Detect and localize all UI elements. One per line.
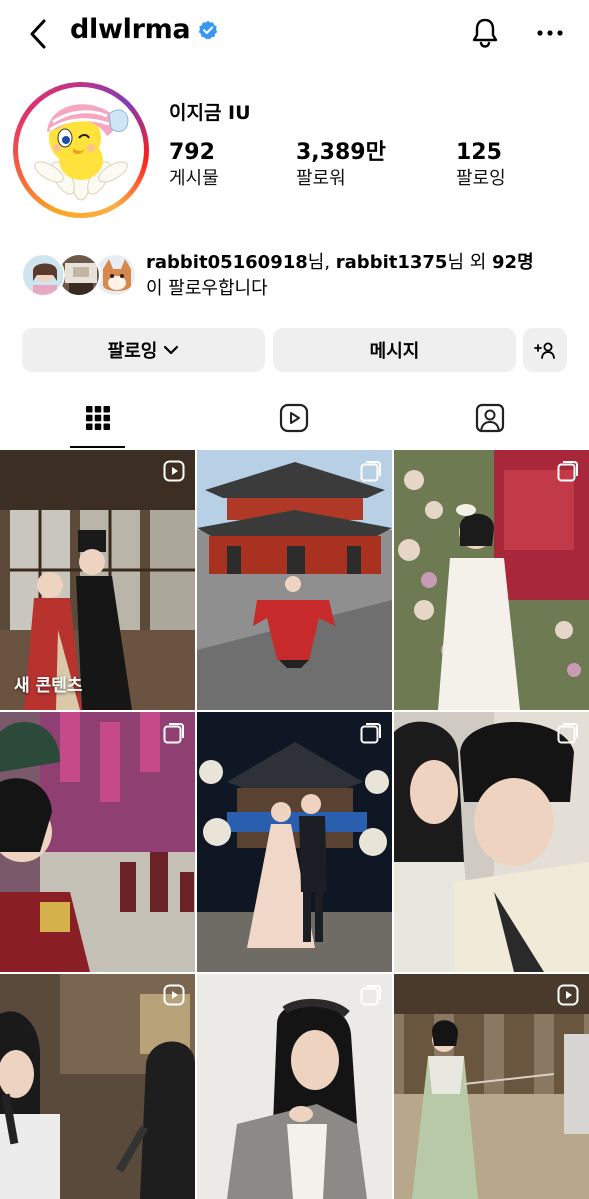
chevron-down-icon — [164, 345, 179, 355]
post-tile[interactable] — [197, 712, 392, 972]
post-tile[interactable]: 새 콘텐츠 — [0, 450, 195, 710]
post-thumbnail — [394, 974, 589, 1199]
carousel-badge-icon — [163, 723, 184, 744]
tab-grid[interactable] — [0, 388, 196, 448]
post-tile[interactable] — [197, 974, 392, 1199]
tagged-person-icon — [475, 403, 505, 433]
followers-count: 3,389만 — [296, 140, 386, 165]
carousel-badge-icon — [360, 723, 381, 744]
post-thumbnail — [394, 712, 589, 972]
mutual-user-2[interactable]: rabbit1375 — [336, 252, 448, 273]
add-person-icon — [534, 342, 555, 359]
carousel-badge-icon — [360, 985, 381, 1006]
mutual-line-2: 이 팔로우합니다 — [146, 278, 268, 299]
mutual-followers-text[interactable]: rabbit05160918님, rabbit1375님 외 92명 이 팔로우… — [146, 250, 576, 302]
verified-badge-icon — [199, 20, 218, 39]
carousel-badge-icon — [557, 461, 578, 482]
carousel-badge-icon — [557, 723, 578, 744]
following-stat[interactable]: 125 팔로잉 — [456, 140, 506, 192]
notifications-button[interactable] — [466, 14, 504, 52]
mutual-user-1[interactable]: rabbit05160918 — [146, 252, 308, 273]
mutual-others-count[interactable]: 92명 — [492, 252, 534, 273]
avatar-image — [23, 92, 139, 208]
followers-stat[interactable]: 3,389만 팔로워 — [296, 140, 386, 192]
mutual-avatar — [21, 253, 65, 297]
profile-avatar[interactable] — [13, 82, 149, 218]
post-tile[interactable] — [394, 974, 589, 1199]
post-thumbnail — [197, 450, 392, 710]
mutual-followers-avatars[interactable] — [21, 253, 141, 299]
mutual-suffix-1: 님, — [307, 252, 336, 273]
post-thumbnail — [0, 712, 195, 972]
reel-badge-icon — [163, 460, 185, 482]
grid-icon — [86, 406, 110, 430]
bell-icon — [472, 18, 498, 48]
post-tile[interactable] — [394, 712, 589, 972]
reel-badge-icon — [163, 984, 185, 1006]
more-options-button[interactable] — [531, 14, 569, 52]
username-row: dlwlrma — [70, 14, 218, 45]
mutual-suffix-2: 님 외 — [447, 252, 493, 273]
post-tile[interactable] — [0, 974, 195, 1199]
back-button[interactable] — [22, 16, 54, 52]
tweety-avatar-illustration — [23, 92, 139, 208]
following-button-label: 팔로잉 — [107, 341, 158, 362]
following-button[interactable]: 팔로잉 — [22, 328, 265, 372]
posts-label: 게시물 — [169, 168, 219, 189]
message-button-label: 메시지 — [369, 341, 420, 362]
add-person-button[interactable] — [523, 328, 567, 372]
tab-tagged[interactable] — [392, 388, 588, 448]
active-tab-indicator — [70, 446, 125, 448]
display-name: 이지금 IU — [169, 102, 251, 124]
reel-badge-icon — [557, 984, 579, 1006]
post-thumbnail — [0, 974, 195, 1199]
post-thumbnail — [394, 450, 589, 710]
profile-tabs — [0, 388, 589, 448]
post-tile[interactable] — [0, 712, 195, 972]
post-thumbnail — [197, 974, 392, 1199]
chevron-left-icon — [30, 19, 46, 49]
carousel-badge-icon — [360, 461, 381, 482]
following-count: 125 — [456, 140, 502, 165]
post-tile[interactable] — [394, 450, 589, 710]
new-content-caption: 새 콘텐츠 — [14, 676, 83, 696]
more-horizontal-icon — [537, 30, 563, 36]
username: dlwlrma — [70, 14, 191, 45]
post-thumbnail — [197, 712, 392, 972]
followers-label: 팔로워 — [296, 168, 346, 189]
posts-stat[interactable]: 792 게시물 — [169, 140, 219, 192]
following-label: 팔로잉 — [456, 168, 506, 189]
profile-header: dlwlrma — [0, 0, 589, 68]
reels-icon — [279, 403, 309, 433]
avatar-inner-ring — [18, 87, 144, 213]
tab-reels[interactable] — [196, 388, 392, 448]
message-button[interactable]: 메시지 — [273, 328, 516, 372]
post-tile[interactable] — [197, 450, 392, 710]
posts-count: 792 — [169, 140, 215, 165]
